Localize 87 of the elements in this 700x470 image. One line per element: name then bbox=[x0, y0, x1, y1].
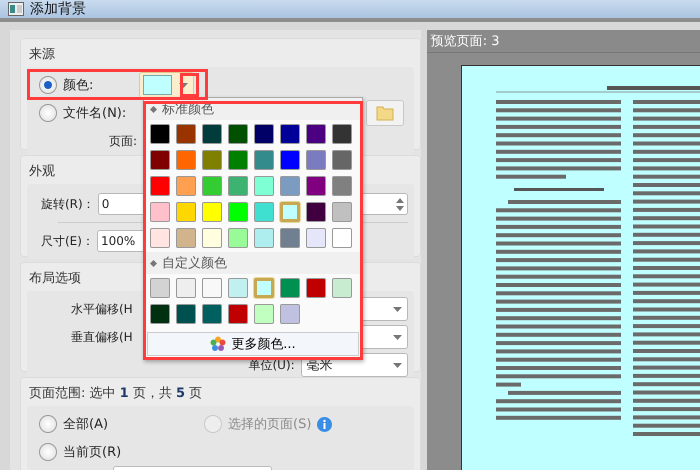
color-swatch[interactable] bbox=[150, 124, 170, 144]
color-swatch[interactable] bbox=[176, 304, 196, 324]
color-swatch[interactable] bbox=[254, 150, 274, 170]
color-swatch[interactable] bbox=[176, 150, 196, 170]
radio-button[interactable] bbox=[39, 104, 57, 122]
color-swatch[interactable] bbox=[228, 304, 248, 324]
color-swatch[interactable] bbox=[280, 278, 300, 298]
color-swatch[interactable] bbox=[176, 228, 196, 248]
color-swatch[interactable] bbox=[306, 202, 326, 222]
caret-icon bbox=[178, 82, 188, 88]
diamond-icon bbox=[150, 106, 157, 112]
color-swatch[interactable] bbox=[254, 176, 274, 196]
color-swatch[interactable] bbox=[228, 202, 248, 222]
color-swatch[interactable] bbox=[306, 228, 326, 248]
spinner-icon bbox=[396, 198, 404, 210]
field-label: 页面: bbox=[109, 132, 138, 150]
color-swatch[interactable] bbox=[150, 304, 170, 324]
radio-label: 选择的页面(S) bbox=[228, 416, 312, 433]
app-icon bbox=[8, 2, 24, 16]
field-label: 旋转(R)： bbox=[41, 196, 95, 212]
field-label: 水平偏移(H bbox=[71, 300, 133, 318]
color-swatch[interactable] bbox=[332, 150, 352, 170]
color-swatch[interactable] bbox=[280, 150, 300, 170]
radio-label: 全部(A) bbox=[63, 416, 108, 433]
color-swatch[interactable] bbox=[202, 278, 222, 298]
color-swatch[interactable] bbox=[332, 278, 352, 298]
radio-label: 当前页(R) bbox=[63, 444, 122, 461]
color-swatch[interactable] bbox=[228, 124, 248, 144]
caret-icon bbox=[392, 334, 402, 340]
color-swatch[interactable] bbox=[228, 228, 248, 248]
window-title: 添加背景 bbox=[30, 0, 86, 18]
section-heading: 来源 bbox=[28, 46, 56, 64]
color-swatch[interactable] bbox=[332, 228, 352, 248]
color-swatch[interactable] bbox=[306, 176, 326, 196]
color-swatch[interactable] bbox=[306, 278, 326, 298]
color-swatch[interactable] bbox=[280, 124, 300, 144]
color-swatch[interactable] bbox=[202, 304, 222, 324]
color-swatch[interactable] bbox=[332, 176, 352, 196]
color-swatch[interactable] bbox=[150, 202, 170, 222]
color-swatch[interactable] bbox=[202, 176, 222, 196]
field-label: 单位(U): bbox=[248, 356, 295, 374]
color-swatch[interactable] bbox=[228, 176, 248, 196]
color-swatch[interactable] bbox=[228, 150, 248, 170]
radio-button[interactable] bbox=[39, 76, 57, 94]
color-swatch[interactable] bbox=[202, 228, 222, 248]
radio-button[interactable] bbox=[39, 443, 57, 461]
browse-button[interactable] bbox=[366, 100, 404, 126]
caret-icon bbox=[392, 306, 402, 312]
popup-heading: 自定义颜色 bbox=[162, 255, 227, 272]
field-label: 尺寸(E)： bbox=[41, 232, 94, 250]
color-swatch[interactable] bbox=[176, 124, 196, 144]
more-colors-button[interactable]: 更多颜色... bbox=[147, 332, 359, 356]
caret-icon bbox=[392, 362, 402, 368]
color-swatch[interactable] bbox=[176, 176, 196, 196]
info-icon[interactable] bbox=[317, 416, 332, 432]
color-swatch[interactable] bbox=[176, 278, 196, 298]
color-swatch[interactable] bbox=[254, 228, 274, 248]
color-swatch[interactable] bbox=[202, 124, 222, 144]
color-swatch[interactable] bbox=[306, 150, 326, 170]
color-swatch[interactable] bbox=[150, 150, 170, 170]
color-swatch[interactable] bbox=[280, 304, 300, 324]
color-swatch[interactable] bbox=[202, 150, 222, 170]
color-swatch[interactable] bbox=[254, 304, 274, 324]
color-swatch[interactable] bbox=[332, 124, 352, 144]
color-swatch[interactable] bbox=[280, 202, 300, 222]
color-swatch[interactable] bbox=[150, 278, 170, 298]
color-swatch[interactable] bbox=[332, 202, 352, 222]
color-swatch[interactable] bbox=[254, 202, 274, 222]
radio-label: 文件名(N): bbox=[63, 105, 126, 122]
radio-label: 颜色: bbox=[63, 77, 94, 94]
field-label: 垂直偏移(H bbox=[71, 328, 133, 346]
color-swatch[interactable] bbox=[150, 228, 170, 248]
folder-icon bbox=[376, 105, 394, 121]
section-heading: 页面范围: 选中 1 页，共 5 页 bbox=[28, 385, 204, 403]
color-swatch[interactable] bbox=[202, 202, 222, 222]
color-swatch[interactable] bbox=[306, 124, 326, 144]
color-swatch[interactable] bbox=[150, 176, 170, 196]
color-swatch[interactable] bbox=[176, 202, 196, 222]
section-heading: 布局选项 bbox=[28, 270, 82, 288]
color-swatch[interactable] bbox=[280, 176, 300, 196]
color-swatch[interactable] bbox=[280, 228, 300, 248]
color-swatch[interactable] bbox=[254, 278, 274, 298]
color-swatch[interactable] bbox=[228, 278, 248, 298]
section-heading: 外观 bbox=[28, 163, 56, 181]
flower-icon bbox=[210, 336, 226, 352]
radio-button[interactable] bbox=[39, 415, 57, 433]
color-swatch[interactable] bbox=[254, 124, 274, 144]
